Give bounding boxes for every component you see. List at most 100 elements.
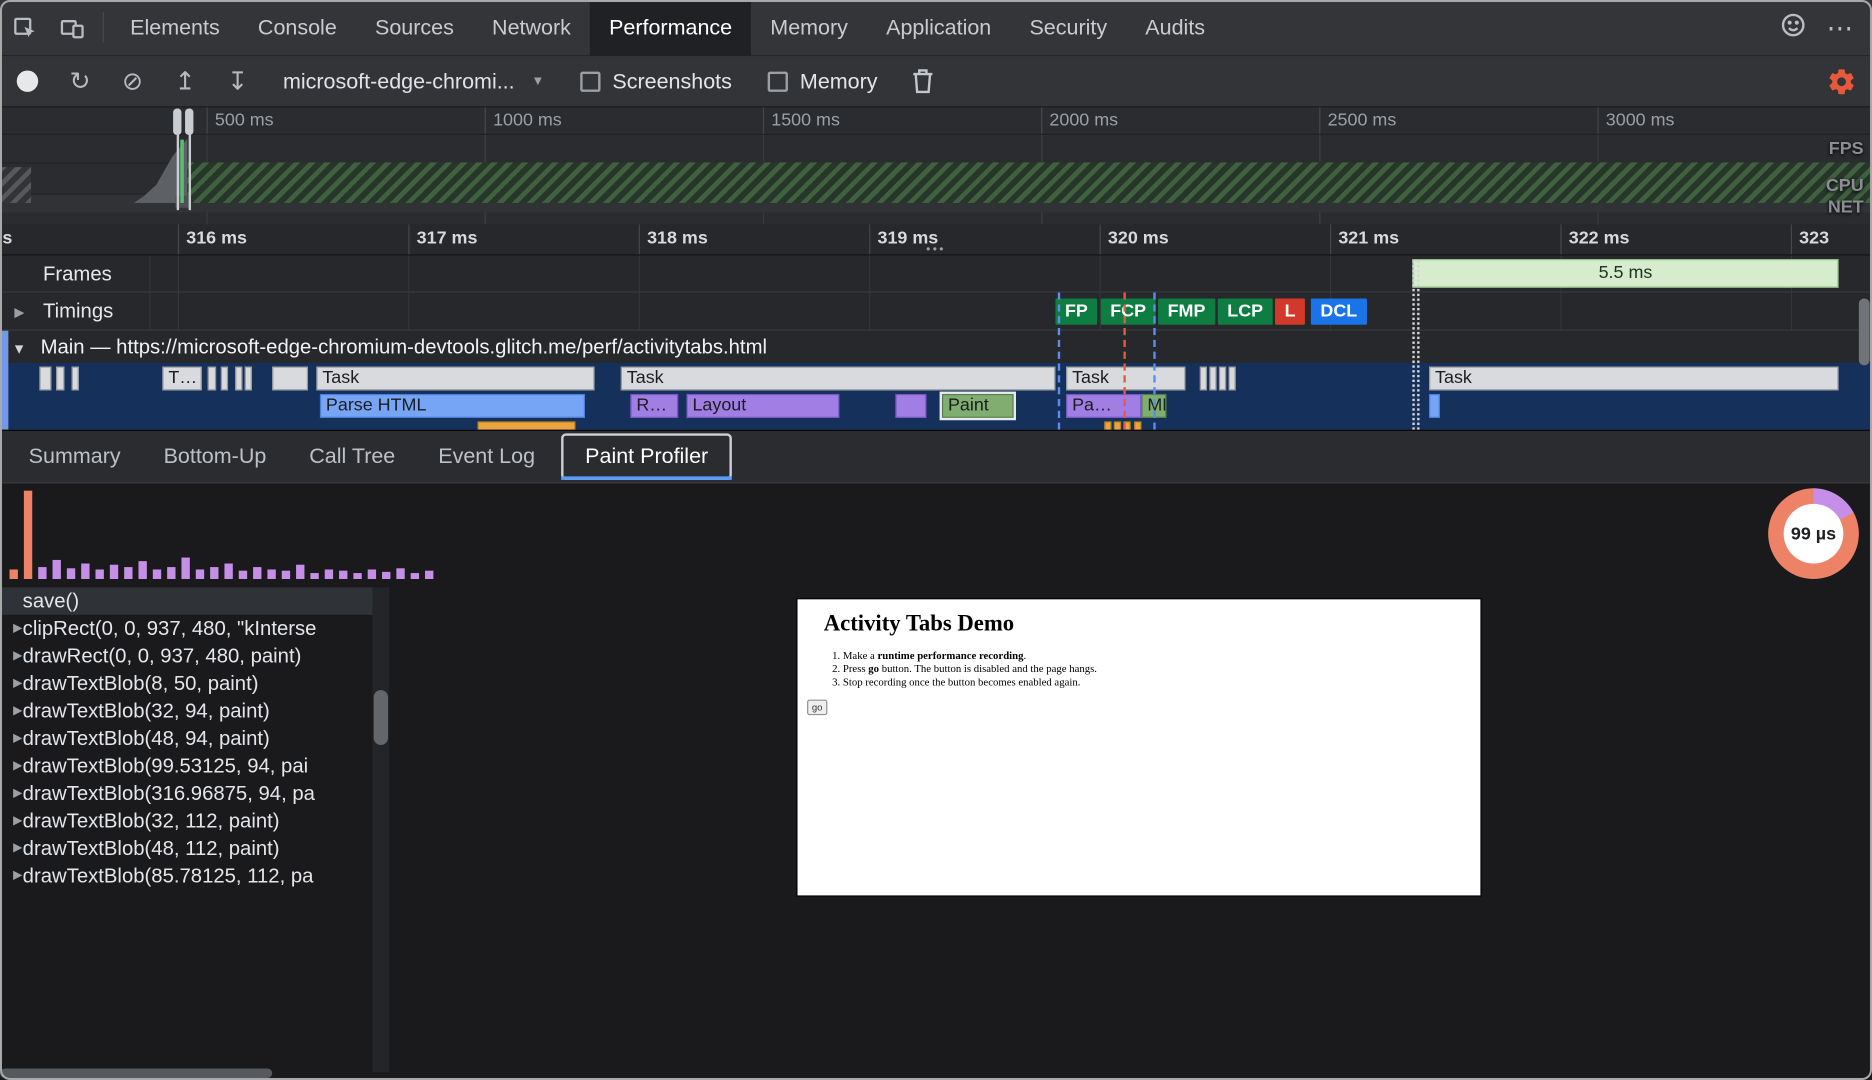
task-bar[interactable] [272,367,308,391]
device-toolbar-button[interactable] [48,0,96,56]
event-bar[interactable] [478,421,576,429]
histogram-bar[interactable] [10,569,18,579]
histogram-bar[interactable] [425,571,433,579]
details-tab[interactable]: Summary [7,430,142,484]
panel-tab[interactable]: Audits [1126,0,1224,56]
timing-marker-badge[interactable]: DCL [1311,298,1367,324]
histogram-bar[interactable] [153,569,161,579]
event-bar[interactable]: R… [630,394,678,418]
task-bar[interactable] [1200,367,1207,391]
histogram-bar[interactable] [24,491,32,579]
paint-command-row[interactable]: ▶ drawTextBlob(8, 50, paint) [0,670,372,697]
paint-command-row[interactable]: save() [0,587,372,614]
panel-tab[interactable]: Sources [356,0,473,56]
panel-tab[interactable]: Memory [751,0,867,56]
timing-marker-badge[interactable]: FMP [1158,298,1215,324]
histogram-bar[interactable] [282,571,290,579]
histogram-bar[interactable] [210,567,218,579]
paint-command-row[interactable]: ▶ drawTextBlob(32, 112, paint) [0,807,372,834]
capture-checkbox[interactable]: Memory [768,69,878,94]
paint-command-row[interactable]: ▶ drawTextBlob(32, 94, paint) [0,697,372,724]
selection-handle-right[interactable] [185,109,193,135]
expand-caret-icon[interactable]: ▶ [0,759,23,772]
expand-caret-icon[interactable]: ▶ [0,787,23,800]
histogram-bar[interactable] [253,567,261,579]
command-log-scrollbar-track[interactable] [372,587,389,1072]
task-bar[interactable]: Task [1429,367,1839,391]
panel-tab[interactable]: Security [1010,0,1126,56]
timing-marker-badge[interactable]: LCP [1218,298,1273,324]
histogram-bar[interactable] [196,569,204,579]
details-tab[interactable]: Paint Profiler [561,433,732,480]
event-bar[interactable] [1134,421,1141,429]
event-bar[interactable]: Paint [942,394,1014,418]
frames-track[interactable]: Frames 5.5 ms [0,255,1872,292]
histogram-bar[interactable] [110,565,118,579]
event-bar[interactable] [1104,421,1111,429]
paint-command-row[interactable]: ▶ drawTextBlob(99.53125, 94, pai [0,752,372,779]
record-button[interactable] [17,70,38,91]
task-bar[interactable] [1209,367,1216,391]
histogram-bar[interactable] [239,571,247,579]
collapse-caret-icon[interactable]: ▼ [12,340,26,357]
delete-recording-button[interactable] [911,68,935,94]
load-profile-button[interactable]: ↥ [159,67,212,96]
clear-recording-button[interactable]: ⊘ [106,67,159,96]
more-options-button[interactable]: ⋯ [1827,0,1853,56]
selection-handle-left[interactable] [173,109,181,135]
paint-command-row[interactable]: ▶ drawTextBlob(85.78125, 112, pa [0,862,372,889]
task-bar[interactable] [56,367,64,391]
histogram-bar[interactable] [96,569,104,579]
timing-marker-badge[interactable]: FP [1055,298,1097,324]
feedback-button[interactable] [1779,10,1808,45]
details-tab[interactable]: Call Tree [288,430,417,484]
details-tab[interactable]: Event Log [417,430,557,484]
histogram-bar[interactable] [181,558,189,579]
expand-caret-icon[interactable]: ▶ [0,704,23,717]
expand-caret-icon[interactable]: ▶ [0,622,23,635]
panel-tab[interactable]: Application [867,0,1010,56]
expand-caret-icon[interactable]: ▶ [0,649,23,662]
paint-command-row[interactable]: ▶ drawTextBlob(48, 94, paint) [0,725,372,752]
histogram-bar[interactable] [368,569,376,579]
task-bar[interactable] [245,367,252,391]
histogram-bar[interactable] [382,572,390,579]
panel-tab[interactable]: Network [473,0,590,56]
task-bar[interactable]: Task [316,367,594,391]
capture-settings-button[interactable] [1827,66,1857,96]
histogram-bar[interactable] [81,564,89,580]
timeline-overview[interactable]: 500 ms1000 ms1500 ms2000 ms2500 ms3000 m… [0,107,1872,224]
paint-command-row[interactable]: ▶ clipRect(0, 0, 937, 480, "kInterse [0,615,372,642]
task-bar[interactable] [72,367,79,391]
panel-tab[interactable]: Elements [111,0,239,56]
task-bar[interactable] [235,367,242,391]
capture-checkbox[interactable]: Screenshots [580,69,732,94]
panel-tab[interactable]: Performance [590,0,751,56]
event-bar[interactable] [1114,421,1121,429]
expand-caret-icon[interactable]: ▶ [0,732,23,745]
event-bar[interactable] [895,394,926,418]
expand-caret-icon[interactable]: ▶ [0,842,23,855]
histogram-bar[interactable] [339,571,347,579]
task-bar[interactable] [1229,367,1236,391]
tracks-scrollbar-thumb[interactable] [1859,298,1870,365]
task-bar[interactable] [39,367,51,391]
frame-duration-bar[interactable]: 5.5 ms [1412,259,1838,288]
profile-select-dropdown[interactable]: microsoft-edge-chromi... ▼ [283,69,544,94]
event-bar[interactable] [1429,394,1440,418]
command-log-scrollbar-thumb[interactable] [374,690,388,745]
histogram-bar[interactable] [167,567,175,579]
save-profile-button[interactable]: ↧ [211,67,264,96]
histogram-bar[interactable] [224,564,232,580]
expand-caret-icon[interactable]: ▶ [0,869,23,882]
expand-caret-icon[interactable]: ▶ [14,304,24,320]
timing-marker-badge[interactable]: FCP [1101,298,1156,324]
task-bar[interactable]: T… [162,367,201,391]
inspect-element-button[interactable] [0,0,48,56]
paint-command-row[interactable]: ▶ drawRect(0, 0, 937, 480, paint) [0,642,372,669]
timings-track[interactable]: ▶ Timings FPFCPFMPLCPLDCL [0,293,1872,331]
horizontal-scrollbar-thumb[interactable] [0,1069,272,1079]
expand-caret-icon[interactable]: ▶ [0,814,23,827]
task-bar[interactable] [208,367,216,391]
main-flamechart[interactable]: T…TaskTaskTaskTask Parse HTMLR…LayoutPai… [0,363,1872,430]
